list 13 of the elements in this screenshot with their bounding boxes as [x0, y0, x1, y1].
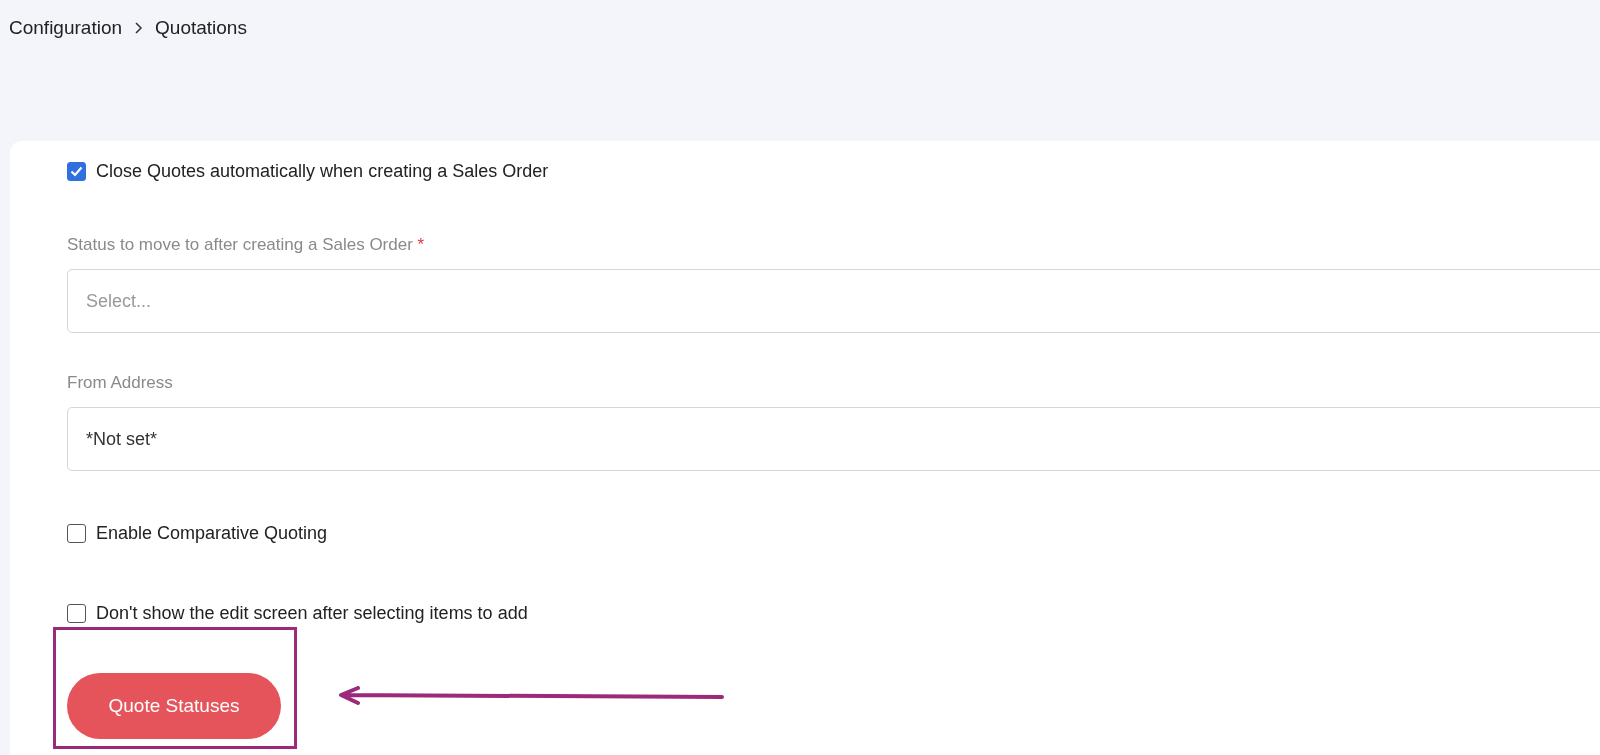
field-label: Status to move to after creating a Sales Order *: [67, 235, 426, 255]
breadcrumb-item: Quotations: [155, 17, 247, 39]
checkbox[interactable]: [67, 603, 86, 623]
quote-statuses-button[interactable]: Quote Statuses: [67, 673, 281, 739]
checkbox-label: Enable Comparative Quoting: [96, 522, 328, 544]
field-label: From Address: [67, 373, 174, 393]
checkbox[interactable]: [67, 523, 86, 543]
checkbox-label: Close Quotes automatically when creating a Sales Order: [96, 160, 549, 182]
breadcrumb-item[interactable]: Configuration: [9, 17, 123, 39]
select-field[interactable]: *Not set*: [67, 407, 1600, 471]
chevron-right-icon: [134, 22, 144, 34]
checkbox-label: Don't show the edit screen after selecting items to add: [96, 602, 528, 624]
checkbox[interactable]: [67, 161, 86, 181]
